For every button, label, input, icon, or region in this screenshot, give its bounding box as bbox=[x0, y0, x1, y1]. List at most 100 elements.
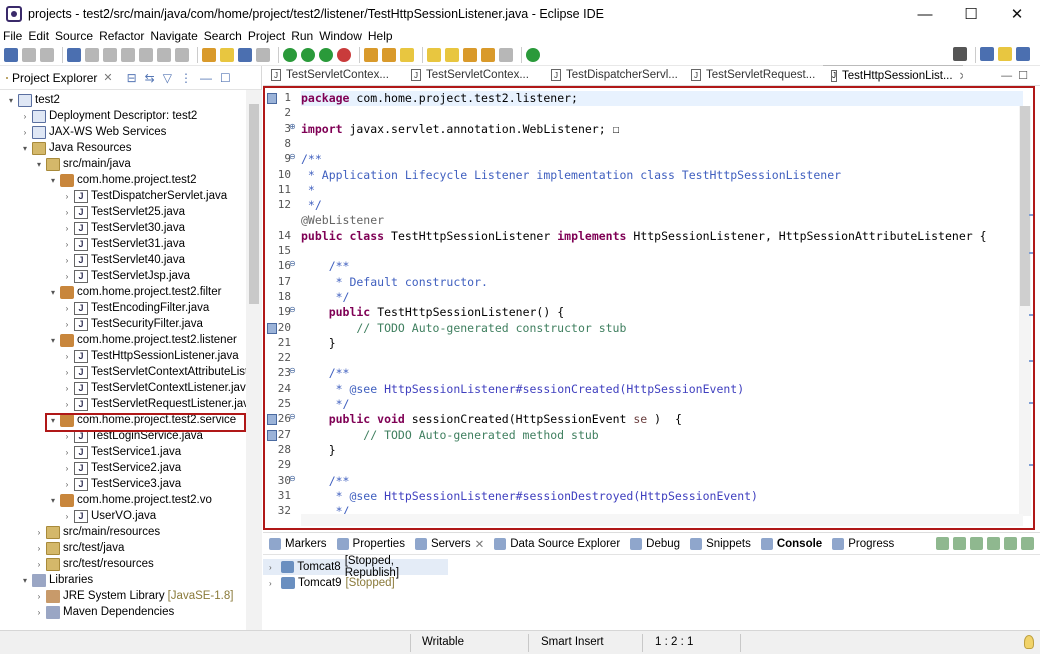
code-line[interactable]: @WebListener bbox=[301, 213, 384, 228]
expand-arrow-icon[interactable]: › bbox=[62, 256, 72, 265]
tree-item[interactable]: › J TestServlet40.java bbox=[62, 252, 185, 268]
expand-arrow-icon[interactable]: › bbox=[62, 480, 72, 489]
collapse-fold-icon[interactable]: ⊖ bbox=[289, 305, 296, 314]
expand-arrow-icon[interactable]: › bbox=[34, 544, 44, 553]
collapse-fold-icon[interactable]: ⊖ bbox=[289, 412, 296, 421]
collapse-fold-icon[interactable]: ⊖ bbox=[289, 366, 296, 375]
expand-arrow-icon[interactable]: › bbox=[62, 384, 72, 393]
overview-mark[interactable] bbox=[1029, 464, 1033, 466]
collapse-arrow-icon[interactable]: ▾ bbox=[48, 336, 58, 345]
expand-icon[interactable]: › bbox=[269, 563, 279, 572]
view-menu-icon[interactable]: ⋮ bbox=[180, 71, 192, 85]
menu-edit[interactable]: Edit bbox=[28, 29, 49, 43]
code-line[interactable]: public TestHttpSessionListener() { bbox=[301, 305, 564, 320]
collapse-fold-icon[interactable]: ⊖ bbox=[289, 152, 296, 161]
code-line[interactable]: */ bbox=[301, 290, 350, 305]
collapse-arrow-icon[interactable]: ▾ bbox=[48, 288, 58, 297]
tab-debug[interactable]: Debug bbox=[630, 537, 680, 550]
code-line[interactable]: // TODO Auto-generated constructor stub bbox=[301, 321, 626, 336]
menu-run[interactable]: Run bbox=[291, 29, 313, 43]
new-icon[interactable] bbox=[4, 47, 18, 62]
next-annotation-icon[interactable] bbox=[427, 47, 441, 62]
collapse-arrow-icon[interactable]: ▾ bbox=[34, 160, 44, 169]
code-line[interactable]: public void sessionCreated(HttpSessionEv… bbox=[301, 412, 682, 427]
tree-item[interactable]: › src/test/resources bbox=[34, 556, 154, 572]
minimize-view-icon[interactable]: — bbox=[200, 71, 212, 85]
code-line[interactable]: import javax.servlet.annotation.WebListe… bbox=[301, 122, 620, 137]
tree-item[interactable]: › J TestServlet31.java bbox=[62, 236, 185, 252]
expand-arrow-icon[interactable]: › bbox=[62, 208, 72, 217]
refactor-icon[interactable] bbox=[202, 47, 216, 62]
back-icon[interactable] bbox=[481, 47, 495, 62]
tree-scrollbar[interactable] bbox=[246, 90, 262, 630]
collapse-arrow-icon[interactable]: ▾ bbox=[48, 496, 58, 505]
menu-file[interactable]: File bbox=[3, 29, 22, 43]
menu-search[interactable]: Search bbox=[204, 29, 242, 43]
expand-fold-icon[interactable]: ⊕ bbox=[289, 122, 296, 131]
tree-item[interactable]: ▾ Java Resources bbox=[20, 140, 131, 156]
tree-item[interactable]: › J TestEncodingFilter.java bbox=[62, 300, 209, 316]
open-type-icon[interactable] bbox=[67, 47, 81, 62]
tab-console[interactable]: Console bbox=[760, 537, 822, 550]
tree-item[interactable]: › src/test/java bbox=[34, 540, 124, 556]
minimize-button[interactable]: — bbox=[902, 0, 948, 28]
save-all-icon[interactable] bbox=[40, 47, 54, 62]
highlight-icon[interactable] bbox=[220, 47, 234, 62]
expand-arrow-icon[interactable]: › bbox=[62, 512, 72, 521]
step-into-icon[interactable] bbox=[157, 47, 171, 62]
new-java-project-icon[interactable] bbox=[364, 47, 378, 62]
maximize-button[interactable]: ☐ bbox=[948, 0, 994, 28]
overview-mark[interactable] bbox=[1029, 214, 1033, 216]
block-selection-icon[interactable] bbox=[238, 47, 252, 62]
start-server-icon[interactable] bbox=[970, 537, 983, 550]
tree-item[interactable]: › J TestServletContextAttributeListe bbox=[62, 364, 246, 380]
code-line[interactable]: } bbox=[301, 443, 336, 458]
expand-arrow-icon[interactable]: › bbox=[62, 368, 72, 377]
tree-item[interactable]: › J TestService1.java bbox=[62, 444, 181, 460]
stop-server-icon[interactable] bbox=[1004, 537, 1017, 550]
expand-arrow-icon[interactable]: › bbox=[62, 224, 72, 233]
tree-item[interactable]: › J TestServletJsp.java bbox=[62, 268, 190, 284]
override-marker-icon[interactable] bbox=[267, 414, 277, 426]
java-ee-perspective-icon[interactable] bbox=[998, 47, 1012, 61]
expand-arrow-icon[interactable]: › bbox=[34, 608, 44, 617]
editor-tab[interactable]: J TestDispatcherServl... bbox=[543, 65, 683, 85]
code-line[interactable]: public class TestHttpSessionListener imp… bbox=[301, 229, 987, 244]
code-area[interactable]: package com.home.project.test2.listener;… bbox=[301, 88, 1023, 528]
code-line[interactable]: /** bbox=[301, 259, 350, 274]
search-icon[interactable] bbox=[953, 47, 967, 61]
show-whitespace-icon[interactable] bbox=[256, 47, 270, 62]
tree-item[interactable]: › J TestServlet25.java bbox=[62, 204, 185, 220]
overview-mark[interactable] bbox=[1029, 360, 1033, 362]
debug-server-icon[interactable] bbox=[953, 537, 966, 550]
tab-progress[interactable]: Progress bbox=[832, 537, 894, 550]
forward-icon[interactable] bbox=[499, 47, 513, 62]
tree-item[interactable]: › Deployment Descriptor: test2 bbox=[20, 108, 197, 124]
menu-project[interactable]: Project bbox=[248, 29, 285, 43]
code-line[interactable]: /** bbox=[301, 366, 350, 381]
publish-icon[interactable] bbox=[1021, 537, 1034, 550]
tree-item[interactable]: ▾ src/main/java bbox=[34, 156, 131, 172]
java-perspective-icon[interactable] bbox=[1016, 47, 1030, 61]
expand-arrow-icon[interactable]: › bbox=[20, 128, 30, 137]
tree-item[interactable]: ▾ com.home.project.test2 bbox=[48, 172, 197, 188]
code-line[interactable]: * Default constructor. bbox=[301, 275, 488, 290]
tree-scroll-thumb[interactable] bbox=[249, 104, 259, 304]
tree-item-selected[interactable]: › J TestHttpSessionListener.java bbox=[62, 348, 239, 364]
editor-tab[interactable]: J TestServletContex... bbox=[403, 65, 543, 85]
close-button[interactable]: ✕ bbox=[994, 0, 1040, 28]
bookmark-marker-icon[interactable] bbox=[267, 93, 277, 104]
editor-tab[interactable]: J TestServletContex... bbox=[263, 65, 403, 85]
profile-server-icon[interactable] bbox=[987, 537, 1000, 550]
code-line[interactable]: */ bbox=[301, 397, 350, 412]
overview-ruler[interactable] bbox=[1029, 102, 1033, 522]
expand-arrow-icon[interactable]: › bbox=[62, 304, 72, 313]
editor-tab-active[interactable]: J TestHttpSessionList... ✕ bbox=[823, 65, 963, 85]
tree-item[interactable]: ▾ com.home.project.test2.listener bbox=[48, 332, 237, 348]
tree-item[interactable]: › J TestServlet30.java bbox=[62, 220, 185, 236]
link-with-editor-icon[interactable]: ⇆ bbox=[145, 71, 155, 85]
run-icon[interactable] bbox=[301, 47, 315, 62]
expand-arrow-icon[interactable]: › bbox=[34, 528, 44, 537]
expand-arrow-icon[interactable]: › bbox=[62, 320, 72, 329]
menu-navigate[interactable]: Navigate bbox=[150, 29, 197, 43]
